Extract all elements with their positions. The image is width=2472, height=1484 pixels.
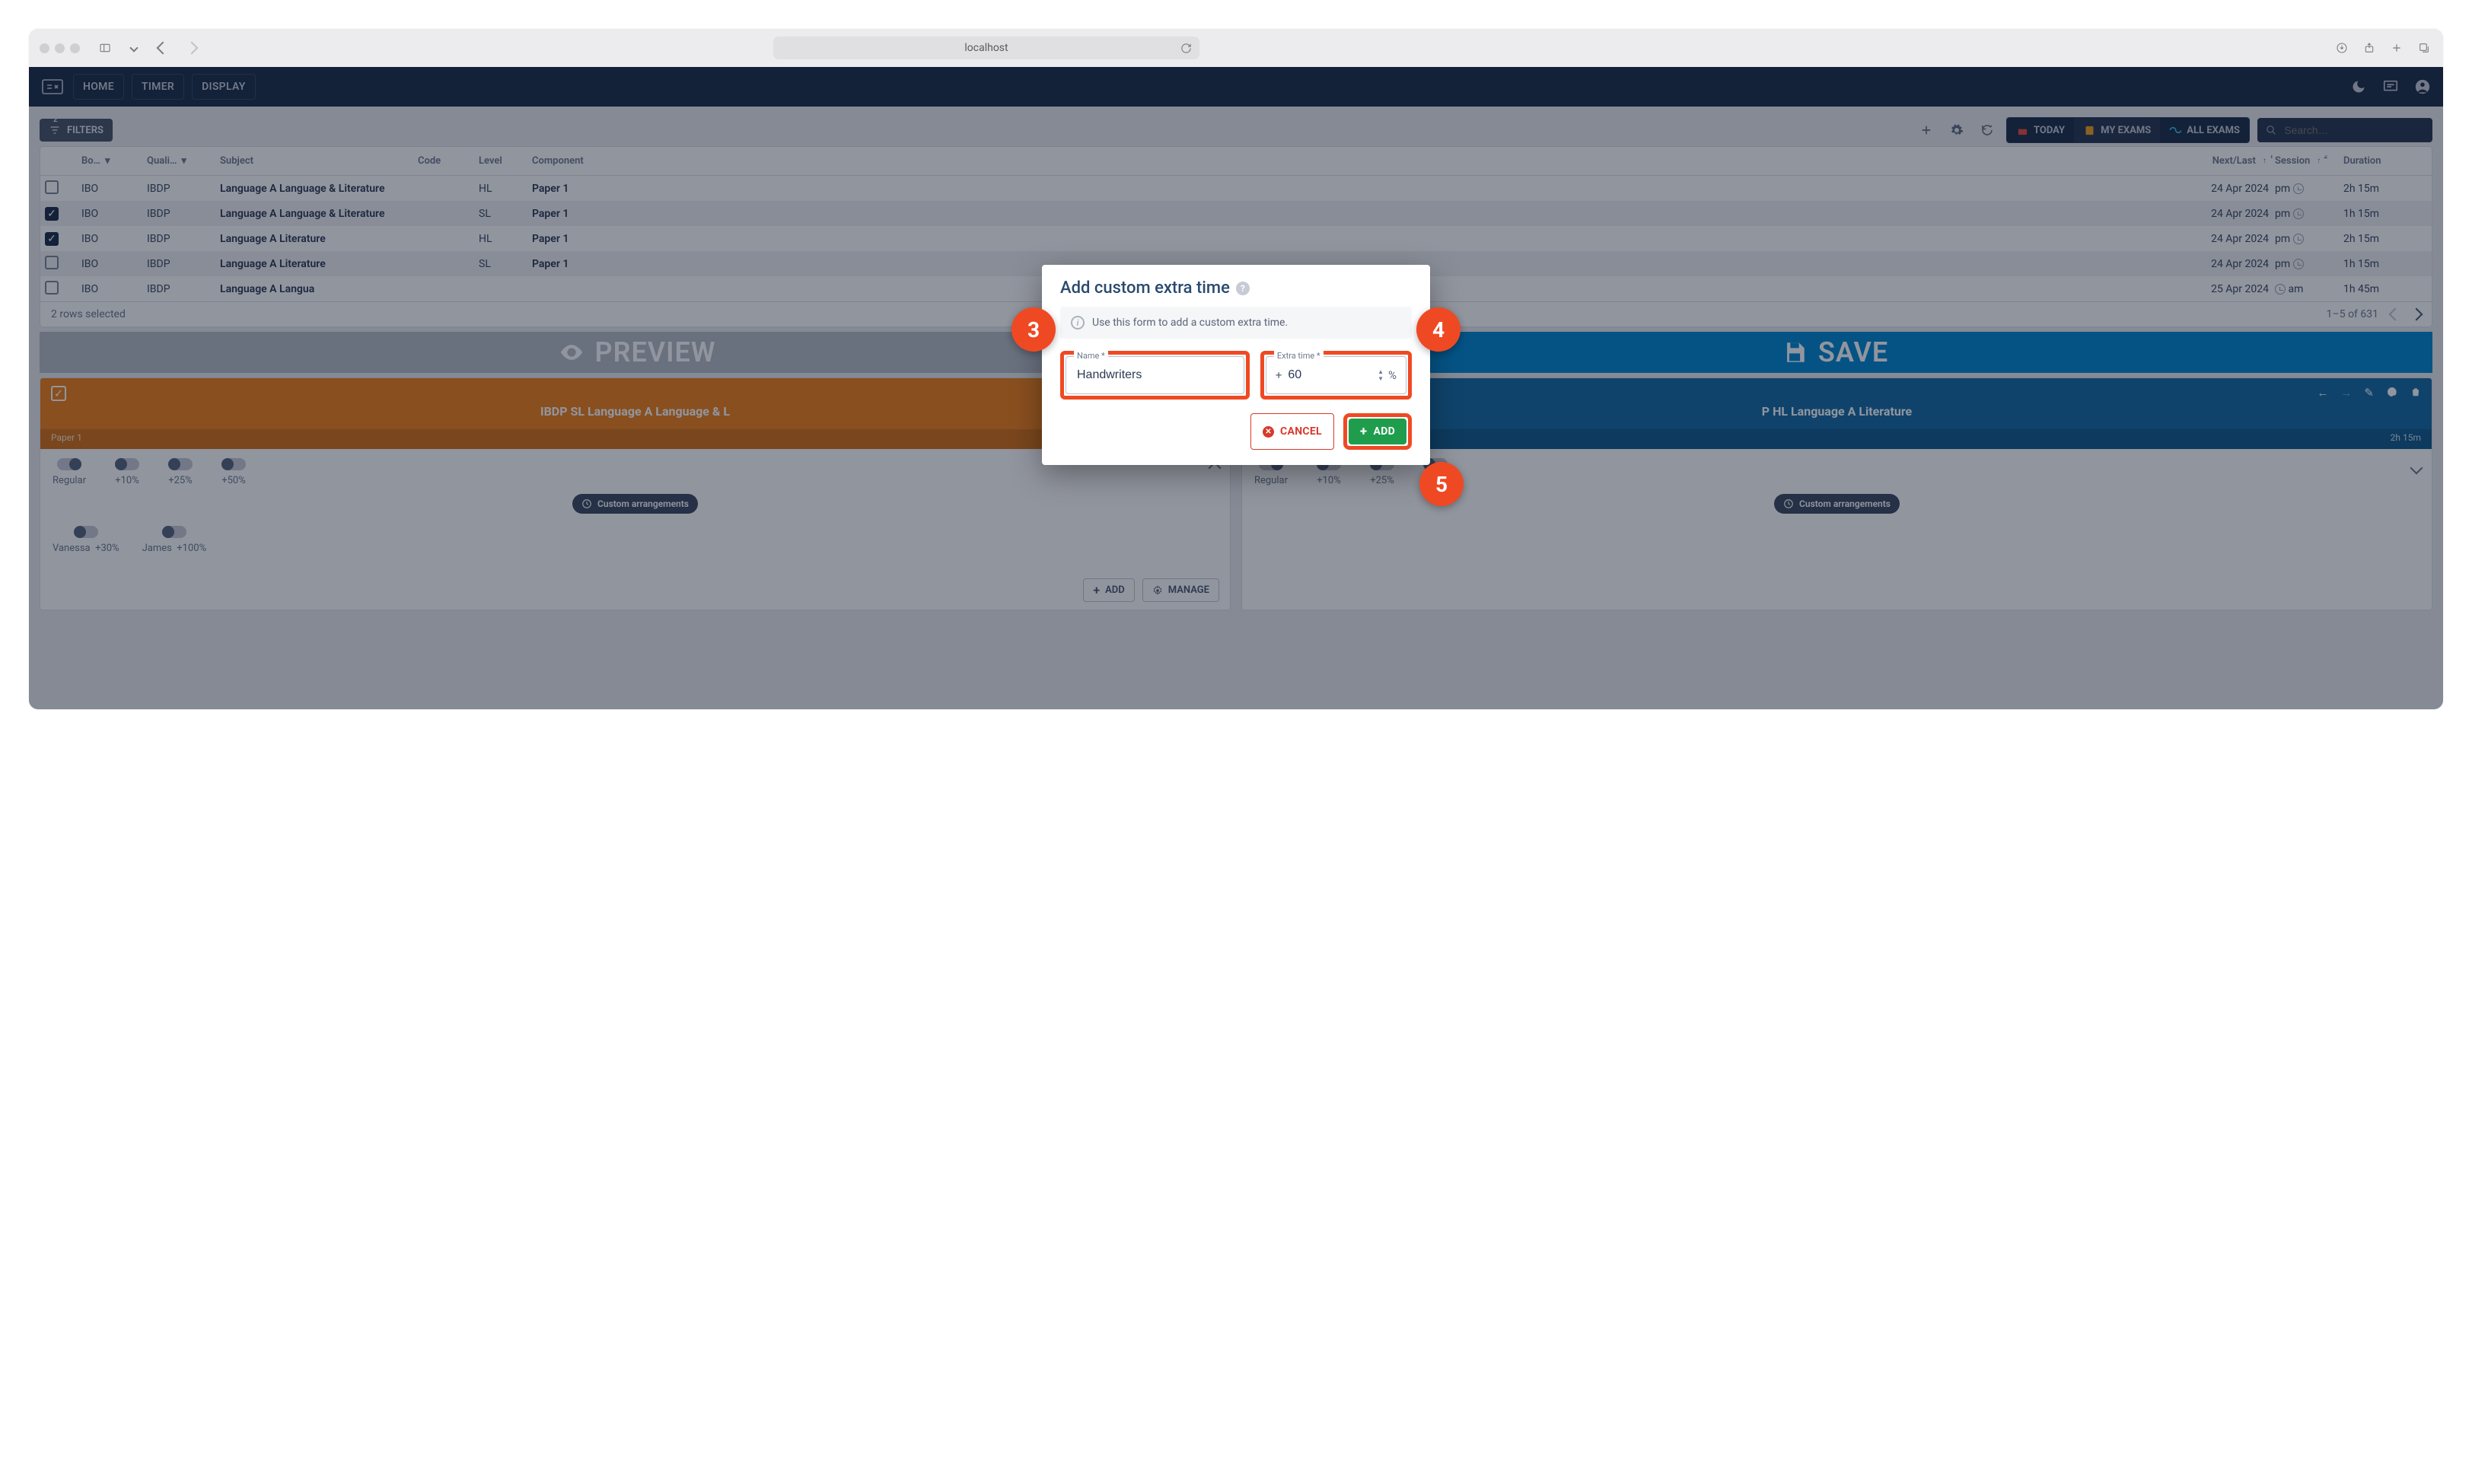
toolbar-dropdown-icon[interactable]: [126, 40, 142, 56]
annotation-4: 4: [1416, 307, 1461, 352]
plus-icon: +: [1360, 427, 1368, 437]
card-forward-icon: →: [2340, 386, 2352, 401]
row-checkbox[interactable]: [45, 256, 59, 269]
refresh-icon[interactable]: [1180, 43, 1192, 54]
pagination-range: 1–5 of 631: [2327, 308, 2378, 320]
url-text: localhost: [964, 42, 1008, 54]
back-button[interactable]: [154, 40, 171, 56]
browser-toolbar: localhost: [29, 29, 2443, 67]
person-toggle[interactable]: James +100%: [142, 526, 207, 554]
add-extra-time-modal: Add custom extra time ? i Use this form …: [1042, 265, 1430, 465]
new-tab-icon[interactable]: [2388, 40, 2405, 56]
table-row[interactable]: IBOIBDPLanguage A Language & LiteratureH…: [40, 176, 2432, 201]
filters-count: 2: [53, 116, 58, 124]
address-bar[interactable]: localhost: [773, 37, 1199, 59]
cancel-icon: ✕: [1263, 426, 1274, 438]
dark-mode-icon[interactable]: [2349, 77, 2368, 97]
row-checkbox[interactable]: [45, 281, 59, 295]
nav-timer[interactable]: TIMER: [132, 74, 184, 100]
rows-selected: 2 rows selected: [51, 308, 126, 320]
toggle[interactable]: +25%: [168, 458, 193, 486]
toggle[interactable]: +50%: [221, 458, 246, 486]
table-row[interactable]: ✓IBOIBDPLanguage A Language & Literature…: [40, 201, 2432, 226]
filters-button[interactable]: 2 FILTERS: [40, 119, 113, 142]
modal-info: i Use this form to add a custom extra ti…: [1060, 307, 1412, 339]
seg-my-exams[interactable]: MY EXAMS: [2074, 118, 2160, 142]
search-field[interactable]: [2257, 118, 2432, 142]
cancel-button[interactable]: ✕ CANCEL: [1250, 413, 1334, 450]
page-next[interactable]: [2410, 308, 2423, 321]
reset-icon[interactable]: [1976, 119, 1999, 142]
search-input[interactable]: [2282, 123, 2424, 137]
toggle[interactable]: Regular: [53, 458, 86, 486]
forward-button[interactable]: [183, 40, 200, 56]
toggle[interactable]: +10%: [115, 458, 139, 486]
name-input[interactable]: [1075, 368, 1234, 383]
card-back-icon[interactable]: ←: [2317, 386, 2328, 401]
custom-arrangements-chip[interactable]: Custom arrangements: [572, 494, 698, 514]
nav-home[interactable]: HOME: [73, 74, 124, 100]
modal-title: Add custom extra time: [1060, 279, 1230, 298]
filter-icon[interactable]: ▾: [181, 155, 186, 167]
share-icon[interactable]: [2361, 40, 2378, 56]
card-manage-button[interactable]: MANAGE: [1142, 578, 1219, 602]
filters-label: FILTERS: [67, 125, 104, 136]
extra-time-field-highlight: Extra time * + ▲▼ %: [1260, 351, 1412, 400]
table-header: Bo…▾ Quali…▾ Subject Code Level Componen…: [40, 147, 2432, 176]
card-add-button[interactable]: +ADD: [1083, 578, 1134, 602]
app-logo-icon[interactable]: [40, 76, 65, 97]
info-icon: i: [1071, 316, 1085, 330]
custom-arrangements-chip[interactable]: Custom arrangements: [1774, 494, 1900, 514]
page-prev[interactable]: [2389, 308, 2402, 321]
tab-overview-icon[interactable]: [2416, 40, 2432, 56]
app-navbar: HOME TIMER DISPLAY: [29, 67, 2443, 107]
account-icon[interactable]: [2413, 77, 2432, 97]
add-icon[interactable]: [1915, 119, 1938, 142]
window-traffic-lights[interactable]: [40, 43, 80, 53]
table-row[interactable]: ✓IBOIBDPLanguage A LiteratureHLPaper 124…: [40, 226, 2432, 251]
annotation-5: 5: [1419, 462, 1464, 506]
sidebar-toggle-icon[interactable]: [97, 40, 113, 56]
view-segment: TODAY MY EXAMS ALL EXAMS: [2006, 117, 2250, 143]
expand-icon[interactable]: [2412, 461, 2421, 476]
extra-time-input[interactable]: [1286, 368, 1373, 383]
stepper-icon[interactable]: ▲▼: [1378, 368, 1384, 382]
card-palette-icon[interactable]: [2386, 386, 2398, 401]
card-edit-icon[interactable]: ✎: [2364, 386, 2374, 401]
row-checkbox[interactable]: ✓: [45, 207, 59, 221]
row-checkbox[interactable]: [45, 180, 59, 194]
name-field-highlight: Name *: [1060, 351, 1250, 400]
browser-window: localhost HOME TIMER DISPLAY: [29, 29, 2443, 709]
seg-today[interactable]: TODAY: [2007, 118, 2074, 142]
filter-icon[interactable]: ▾: [105, 155, 110, 167]
downloads-icon[interactable]: [2333, 40, 2350, 56]
card-checkbox[interactable]: ✓: [51, 386, 66, 401]
card-delete-icon[interactable]: [2410, 386, 2421, 401]
add-button[interactable]: + ADD: [1349, 419, 1406, 444]
row-checkbox[interactable]: ✓: [45, 232, 59, 246]
settings-icon[interactable]: [1945, 119, 1968, 142]
toolbar-row: 2 FILTERS TODAY MY EXAMS ALL EXAMS: [40, 117, 2432, 143]
person-toggle[interactable]: Vanessa +30%: [53, 526, 119, 554]
add-button-highlight: + ADD: [1343, 413, 1412, 450]
annotation-3: 3: [1011, 307, 1056, 352]
help-icon[interactable]: ?: [1236, 282, 1250, 295]
nav-display[interactable]: DISPLAY: [192, 74, 256, 100]
app-root: HOME TIMER DISPLAY 2 FILTERS T: [29, 67, 2443, 709]
seg-all-exams[interactable]: ALL EXAMS: [2160, 118, 2249, 142]
presentation-icon[interactable]: [2381, 77, 2400, 97]
